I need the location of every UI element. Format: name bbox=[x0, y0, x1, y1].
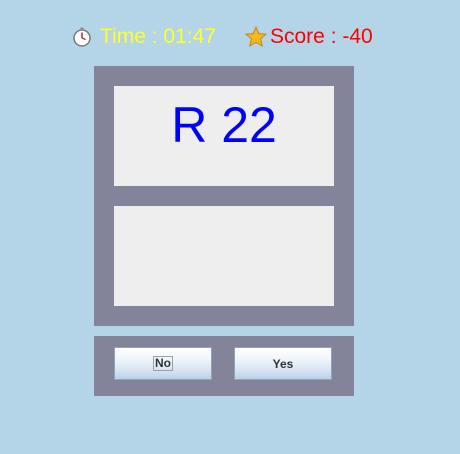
yes-button-label: Yes bbox=[272, 356, 294, 371]
question-card-text: R 22 bbox=[171, 97, 277, 153]
game-board: R 22 bbox=[94, 66, 354, 326]
time-display: Time : 01:47 bbox=[100, 25, 216, 48]
yes-button[interactable]: Yes bbox=[234, 347, 332, 380]
no-button-label: No bbox=[153, 356, 173, 371]
no-button[interactable]: No bbox=[114, 347, 212, 380]
answer-controls: No Yes bbox=[94, 336, 354, 396]
star-icon bbox=[245, 26, 267, 48]
score-display: Score : -40 bbox=[270, 25, 373, 48]
answer-card bbox=[114, 206, 334, 306]
stopwatch-icon bbox=[73, 27, 91, 47]
hud-bar: Time : 01:47 Score : -40 bbox=[0, 24, 460, 52]
question-card: R 22 bbox=[114, 86, 334, 186]
